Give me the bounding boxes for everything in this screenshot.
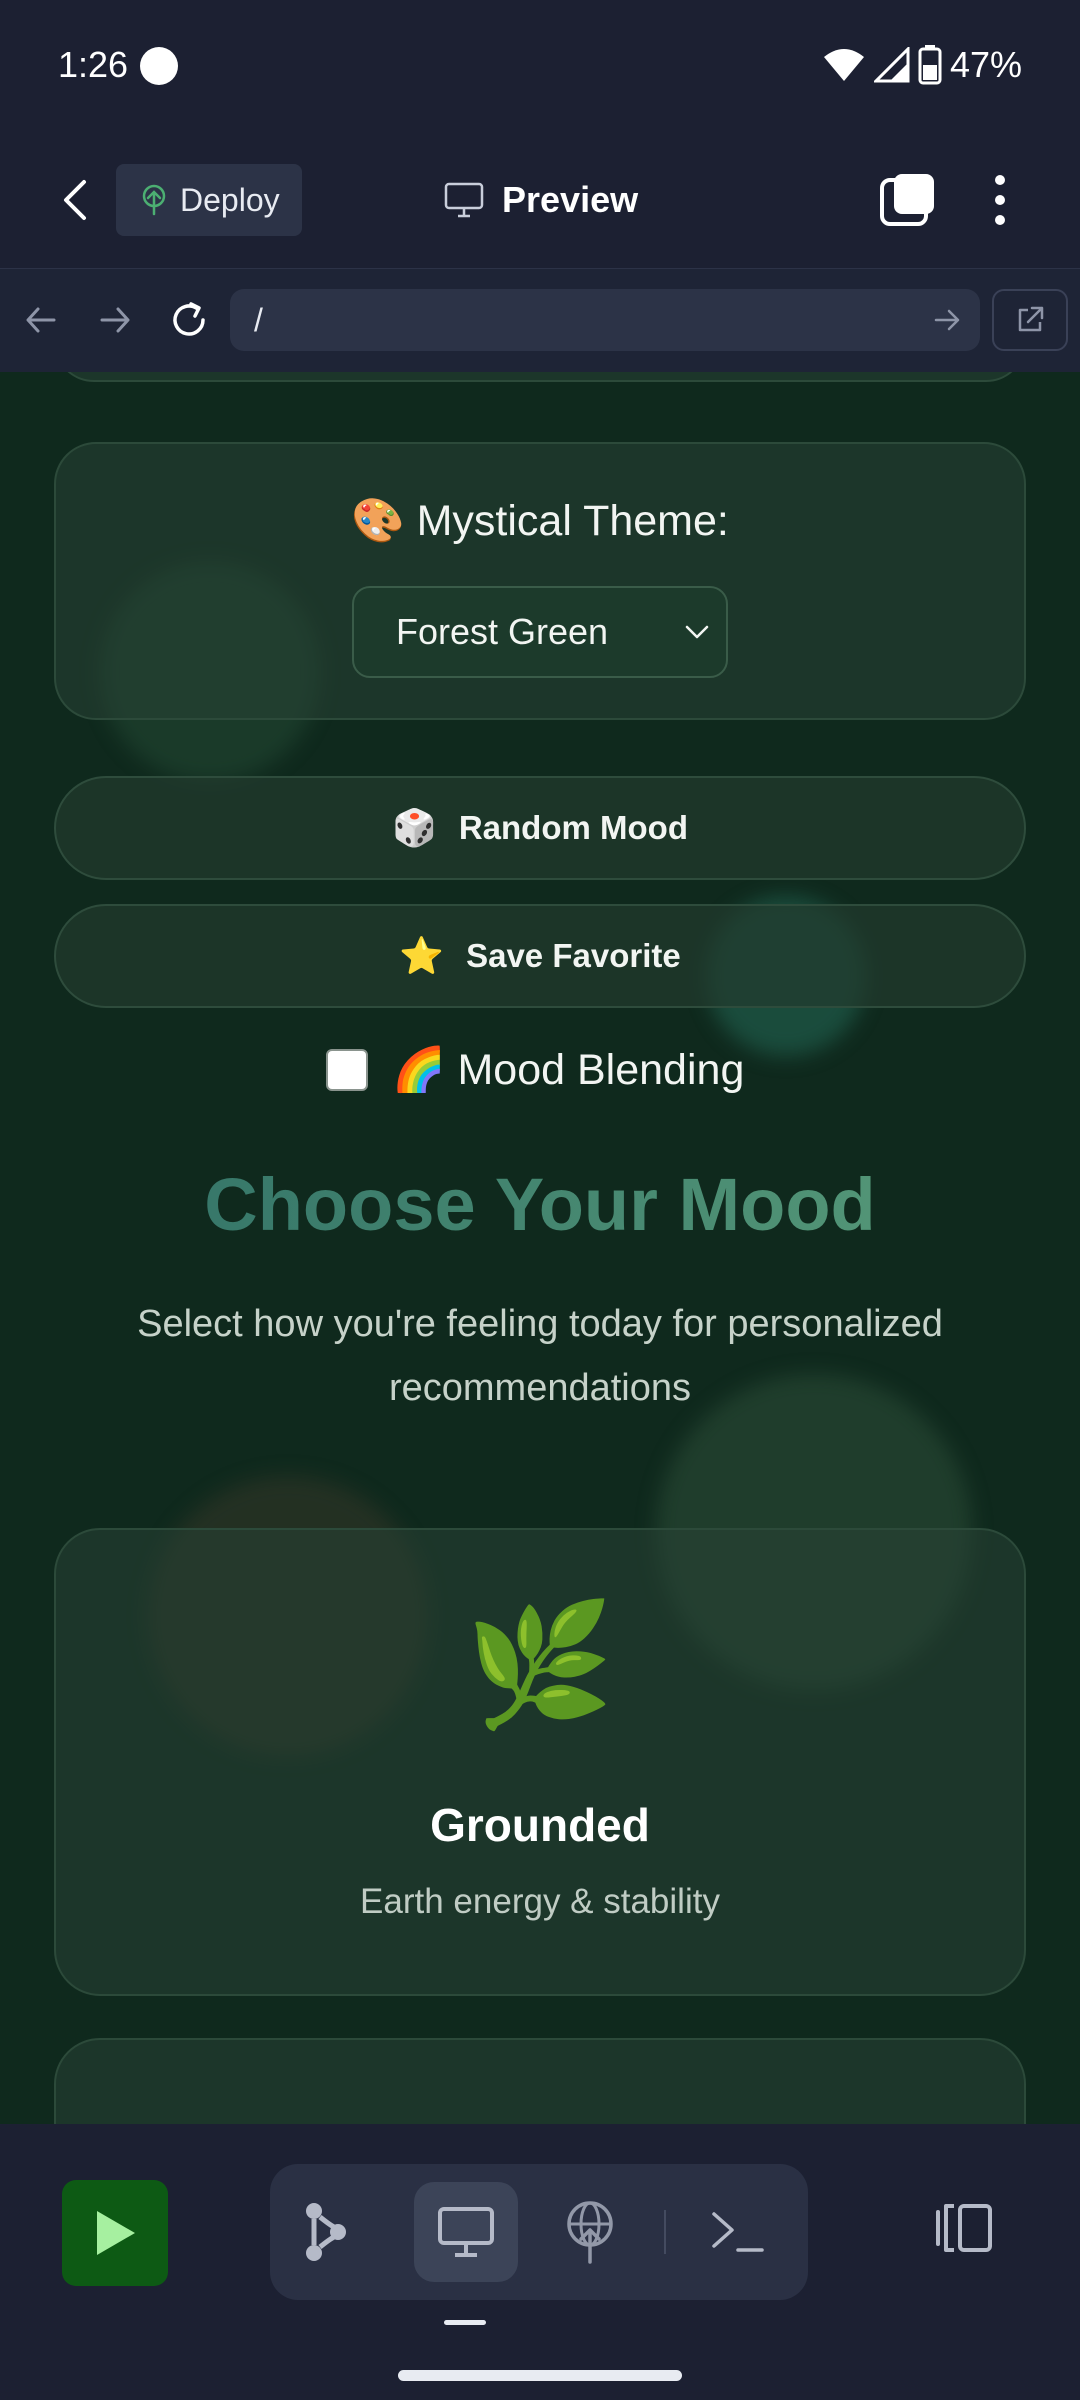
theme-select-value: Forest Green [396, 611, 609, 652]
theme-title: 🎨 Mystical Theme: [351, 497, 729, 545]
workflow-button[interactable] [274, 2182, 378, 2282]
wifi-icon [823, 49, 864, 81]
open-external-button[interactable] [992, 289, 1068, 351]
preview-tool-button[interactable] [414, 2182, 518, 2282]
preview-label: Preview [502, 179, 639, 220]
mood-card-name: Grounded [430, 1799, 650, 1851]
tool-switcher [270, 2164, 808, 2300]
url-text: / [254, 301, 263, 338]
more-vert-icon[interactable] [984, 170, 1016, 230]
mood-blending-toggle[interactable]: 🌈 Mood Blending [326, 1040, 744, 1100]
theme-select[interactable]: Forest Green [352, 586, 728, 678]
mood-blending-checkbox[interactable] [326, 1049, 368, 1091]
drawer-handle[interactable] [444, 2320, 486, 2325]
url-input[interactable]: / [230, 289, 980, 351]
monitor-icon [444, 182, 484, 218]
preview-monitor-icon [438, 2207, 494, 2257]
mood-card-description: Earth energy & stability [360, 1882, 720, 1921]
status-icons: 47% [822, 40, 1022, 90]
preview-title: Preview [444, 166, 638, 234]
deploy-tool-button[interactable] [538, 2182, 642, 2282]
deploy-globe-icon [567, 2201, 613, 2264]
leaf-icon: 🌿 [465, 1598, 615, 1732]
page-title: Choose Your Mood [0, 1162, 1080, 1247]
nav-back-icon [26, 307, 56, 333]
signal-icon [873, 47, 910, 83]
nav-forward-icon [100, 307, 130, 333]
dice-icon: 🎲 [392, 807, 437, 848]
web-content: 🎨 Mystical Theme: Forest Green 🎲 Random … [0, 372, 1080, 2124]
status-time: 1:26 [58, 44, 129, 85]
terminal-button[interactable] [686, 2182, 790, 2282]
panel-toggle-button[interactable] [930, 2198, 1000, 2258]
mood-blending-label: 🌈 Mood Blending [392, 1046, 745, 1094]
theme-card: 🎨 Mystical Theme: Forest Green [54, 442, 1026, 720]
battery-icon [918, 45, 942, 85]
bottom-toolbar [0, 2124, 1080, 2400]
star-icon: ⭐ [399, 935, 445, 976]
nav-forward-button[interactable] [90, 295, 140, 345]
reload-button[interactable] [164, 295, 214, 345]
home-indicator[interactable] [398, 2370, 682, 2381]
status-bar: 1:26 47% [0, 0, 1080, 130]
battery-percent: 47% [949, 44, 1022, 85]
deploy-label: Deploy [180, 181, 280, 218]
save-favorite-label: Save Favorite [466, 937, 681, 974]
save-favorite-button[interactable]: ⭐ Save Favorite [54, 904, 1026, 1008]
tabs-icon[interactable] [878, 170, 938, 230]
back-arrow-icon [64, 180, 86, 220]
random-mood-button[interactable]: 🎲 Random Mood [54, 776, 1026, 880]
mood-card-grounded[interactable]: 🌿 Grounded Earth energy & stability [54, 1528, 1026, 1996]
deploy-button[interactable]: Deploy [116, 164, 302, 236]
workflow-icon [306, 2203, 346, 2261]
panel-icon [936, 2204, 992, 2252]
run-button[interactable] [62, 2180, 168, 2286]
go-arrow-icon[interactable] [932, 305, 962, 335]
nav-back-button[interactable] [16, 295, 66, 345]
app-bar: Deploy Preview [0, 130, 1080, 268]
previous-card [54, 372, 1026, 382]
random-mood-label: Random Mood [458, 809, 688, 846]
browser-bar: / [0, 268, 1080, 372]
tool-divider [664, 2210, 666, 2254]
terminal-icon [712, 2212, 764, 2252]
chevron-down-icon [685, 625, 709, 639]
next-mood-card[interactable] [54, 2038, 1026, 2124]
back-button[interactable] [50, 172, 100, 228]
deploy-icon [142, 184, 166, 216]
notification-dot-icon [140, 47, 178, 85]
play-icon [97, 2211, 135, 2255]
external-link-icon [1018, 306, 1044, 332]
page-subtitle: Select how you're feeling today for pers… [137, 1303, 943, 1409]
reload-icon [173, 302, 205, 336]
